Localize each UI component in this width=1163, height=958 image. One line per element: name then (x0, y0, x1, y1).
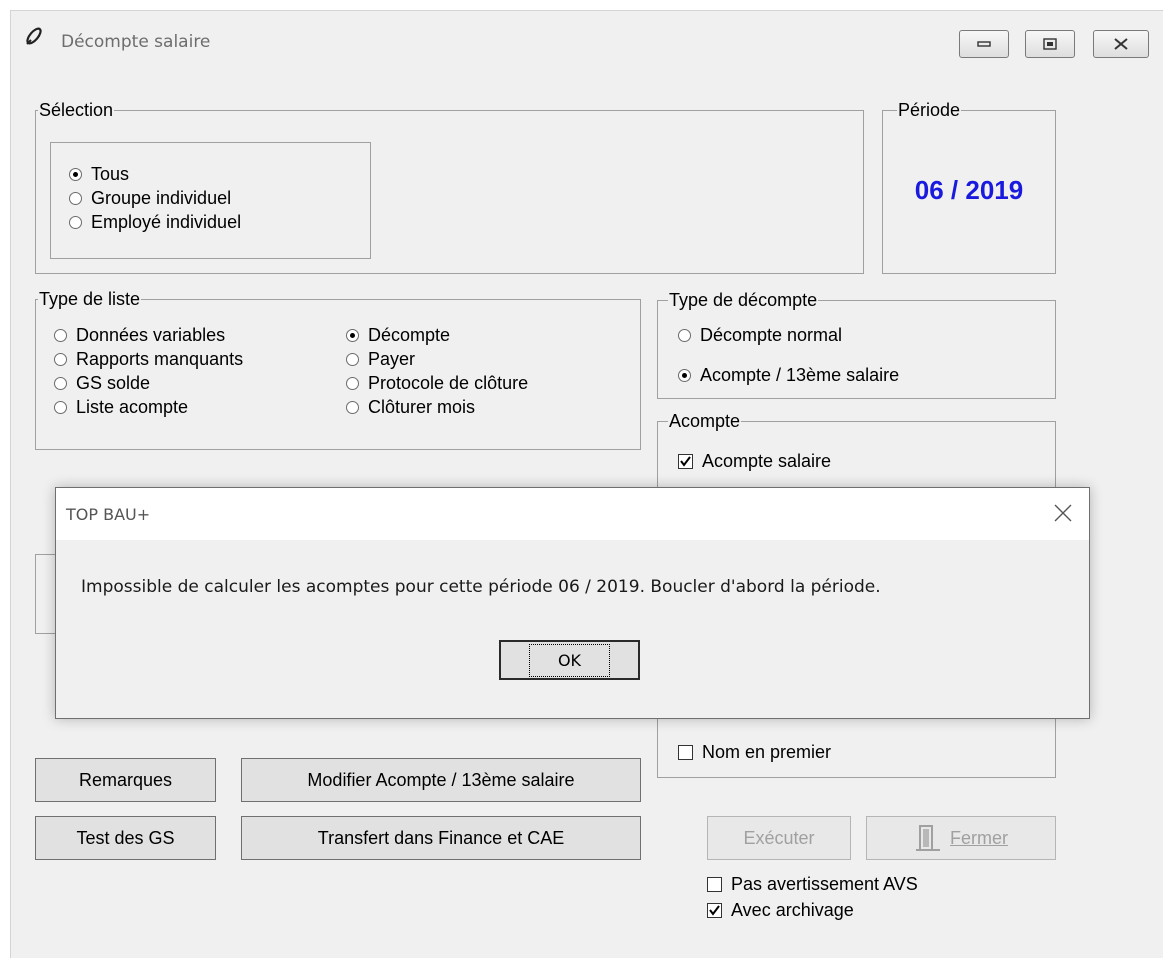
selection-group: Sélection Tous Groupe individuel Employé… (35, 100, 864, 274)
periode-value: 06 / 2019 (914, 175, 1024, 205)
fermer-label: Fermer (950, 827, 1008, 848)
error-dialog: TOP BAU+ Impossible de calculer les acom… (55, 487, 1090, 719)
radio-decompte-normal[interactable]: Décompte normal (678, 324, 842, 346)
maximize-icon (1043, 38, 1057, 50)
radio-employe-individuel[interactable]: Employé individuel (69, 211, 241, 233)
dialog-title-bar: TOP BAU+ (56, 488, 1089, 540)
radio-payer[interactable]: Payer (346, 348, 415, 370)
maximize-button[interactable] (1025, 30, 1075, 58)
door-exit-icon (916, 825, 940, 851)
radio-decompte[interactable]: Décompte (346, 324, 450, 346)
close-icon (1114, 38, 1128, 50)
radio-gs-solde[interactable]: GS solde (54, 372, 150, 394)
radio-indicator (69, 192, 82, 205)
remarques-button[interactable]: Remarques (35, 758, 216, 802)
minimize-button[interactable] (959, 30, 1009, 58)
dialog-title: TOP BAU+ (66, 505, 151, 524)
radio-cloturer-mois[interactable]: Clôturer mois (346, 396, 475, 418)
type-liste-legend: Type de liste (38, 289, 142, 309)
radio-indicator (69, 216, 82, 229)
checkbox-nom-en-premier[interactable]: Nom en premier (678, 741, 831, 763)
checkmark-icon (709, 905, 720, 916)
radio-rapports-manquants[interactable]: Rapports manquants (54, 348, 243, 370)
pen-icon (26, 27, 42, 45)
periode-group: Période 06 / 2019 (882, 100, 1056, 274)
radio-groupe-individuel[interactable]: Groupe individuel (69, 187, 231, 209)
checkbox-acompte-salaire[interactable]: Acompte salaire (678, 450, 831, 472)
ok-label: OK (528, 643, 611, 677)
fermer-button[interactable]: Fermer (866, 816, 1056, 860)
radio-acompte-13eme[interactable]: Acompte / 13ème salaire (678, 364, 899, 386)
window-title: Décompte salaire (61, 32, 211, 52)
radio-indicator (69, 168, 82, 181)
radio-tous[interactable]: Tous (69, 163, 129, 185)
close-icon[interactable] (1052, 502, 1074, 524)
selection-legend: Sélection (38, 100, 115, 120)
ok-button[interactable]: OK (499, 640, 640, 680)
checkmark-icon (680, 456, 691, 467)
modifier-acompte-button[interactable]: Modifier Acompte / 13ème salaire (241, 758, 641, 802)
type-liste-group: Type de liste Données variables Rapports… (35, 289, 641, 450)
main-window: Décompte salaire Sélection Tous Groupe i… (10, 10, 1163, 958)
acompte-legend: Acompte (668, 411, 742, 431)
radio-liste-acompte[interactable]: Liste acompte (54, 396, 188, 418)
radio-donnees-variables[interactable]: Données variables (54, 324, 225, 346)
minimize-icon (977, 41, 991, 47)
close-button[interactable] (1093, 30, 1149, 58)
dialog-message: Impossible de calculer les acomptes pour… (81, 577, 881, 597)
checkbox-avec-archivage[interactable]: Avec archivage (707, 899, 854, 921)
executer-button[interactable]: Exécuter (707, 816, 851, 860)
test-gs-button[interactable]: Test des GS (35, 816, 216, 860)
type-decompte-group: Type de décompte Décompte normal Acompte… (657, 290, 1056, 399)
selection-inner-box: Tous Groupe individuel Employé individue… (50, 142, 371, 259)
radio-protocole-cloture[interactable]: Protocole de clôture (346, 372, 528, 394)
title-bar: Décompte salaire (11, 11, 1163, 67)
periode-legend: Période (897, 100, 962, 120)
type-decompte-legend: Type de décompte (668, 290, 819, 310)
checkbox-pas-avertissement-avs[interactable]: Pas avertissement AVS (707, 873, 918, 895)
transfert-finance-button[interactable]: Transfert dans Finance et CAE (241, 816, 641, 860)
